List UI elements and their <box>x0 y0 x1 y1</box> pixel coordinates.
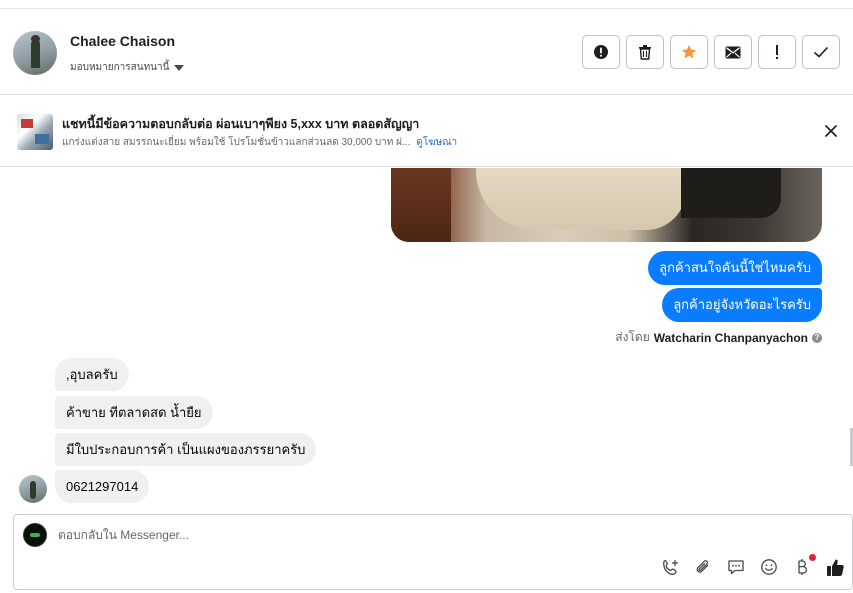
page-avatar <box>23 523 47 547</box>
mark-unread-button[interactable] <box>714 35 752 69</box>
assign-label: มอบหมายการสนทนานี้ <box>70 62 170 73</box>
call-add-icon <box>662 559 678 575</box>
sent-by-prefix: ส่งโดย <box>615 330 650 344</box>
emoji-button[interactable] <box>759 557 779 577</box>
ad-subtitle: แกร่งแต่งสาย สมรรถนะเยี่ยม พร้อมใช้ โปรโ… <box>62 135 457 150</box>
reply-input[interactable] <box>58 528 658 542</box>
contact-avatar[interactable] <box>13 31 57 75</box>
incoming-message[interactable]: ,อุบลครับ <box>55 358 129 391</box>
baht-icon <box>798 559 807 575</box>
star-icon <box>681 45 697 59</box>
contact-avatar-small <box>19 475 47 503</box>
incoming-message[interactable]: 0621297014 <box>55 470 150 503</box>
ad-thumbnail[interactable] <box>17 114 53 150</box>
view-ad-link[interactable]: ดูโฆษณา <box>416 137 457 148</box>
sender-name: Watcharin Chanpanyachon <box>653 330 808 345</box>
ad-context-banner: แชทนี้มีข้อความตอบกลับต่อ ผ่อนเบาๆพียง 5… <box>0 96 853 167</box>
incoming-message[interactable]: ค้าขาย ทีตลาดสด น้ำยืย <box>55 396 213 429</box>
done-button[interactable] <box>802 35 840 69</box>
notification-dot <box>809 554 816 561</box>
reply-composer <box>13 514 853 590</box>
message-thread[interactable]: ลูกค้าสนใจคันนี้ใช่ไหมครับ ลูกค้าอยู่จัง… <box>0 168 853 512</box>
car-interior-image[interactable] <box>391 168 822 242</box>
check-icon <box>813 46 829 58</box>
envelope-icon <box>725 46 741 58</box>
outgoing-message[interactable]: ลูกค้าอยู่จังหวัดอะไรครับ <box>662 288 822 322</box>
saved-replies-button[interactable] <box>726 557 746 577</box>
help-icon[interactable]: ? <box>812 332 822 343</box>
close-banner-button[interactable] <box>822 122 840 140</box>
exclamation-icon <box>776 45 778 59</box>
ad-description: แกร่งแต่งสาย สมรรถนะเยี่ยม พร้อมใช้ โปรโ… <box>62 137 411 148</box>
ad-title: แชทนี้มีข้อความตอบกลับต่อ ผ่อนเบาๆพียง 5… <box>62 117 420 131</box>
thumbs-up-icon <box>826 559 844 576</box>
contact-name[interactable]: Chalee Chaison <box>70 33 175 49</box>
payment-button[interactable] <box>792 554 816 577</box>
incoming-message[interactable]: มีใบประกอบการค้า เป็นแผงของภรรยาครับ <box>55 433 317 466</box>
follow-up-button[interactable] <box>758 35 796 69</box>
sent-by-label: ส่งโดย Watcharin Chanpanyachon ? <box>615 328 822 347</box>
star-button[interactable] <box>670 35 708 69</box>
header-actions <box>582 35 840 69</box>
saved-reply-icon <box>728 560 744 575</box>
call-button[interactable] <box>660 557 680 577</box>
composer-tools <box>660 554 845 577</box>
caret-down-icon <box>174 64 185 71</box>
trash-icon <box>639 45 651 60</box>
paperclip-icon <box>696 560 709 573</box>
alert-circle-icon <box>594 45 608 59</box>
emoji-icon <box>761 559 777 575</box>
conversation-header: Chalee Chaison มอบหมายการสนทนานี้ <box>0 9 853 95</box>
close-icon <box>825 125 837 137</box>
spam-button[interactable] <box>582 35 620 69</box>
assign-conversation-dropdown[interactable]: มอบหมายการสนทนานี้ <box>70 60 185 75</box>
messenger-conversation-panel: Chalee Chaison มอบหมายการสนทนานี้ แชทนี้… <box>0 0 853 593</box>
attach-button[interactable] <box>693 557 713 577</box>
outgoing-message[interactable]: ลูกค้าสนใจคันนี้ใช่ไหมครับ <box>648 251 822 285</box>
delete-button[interactable] <box>626 35 664 69</box>
like-button[interactable] <box>825 557 845 577</box>
